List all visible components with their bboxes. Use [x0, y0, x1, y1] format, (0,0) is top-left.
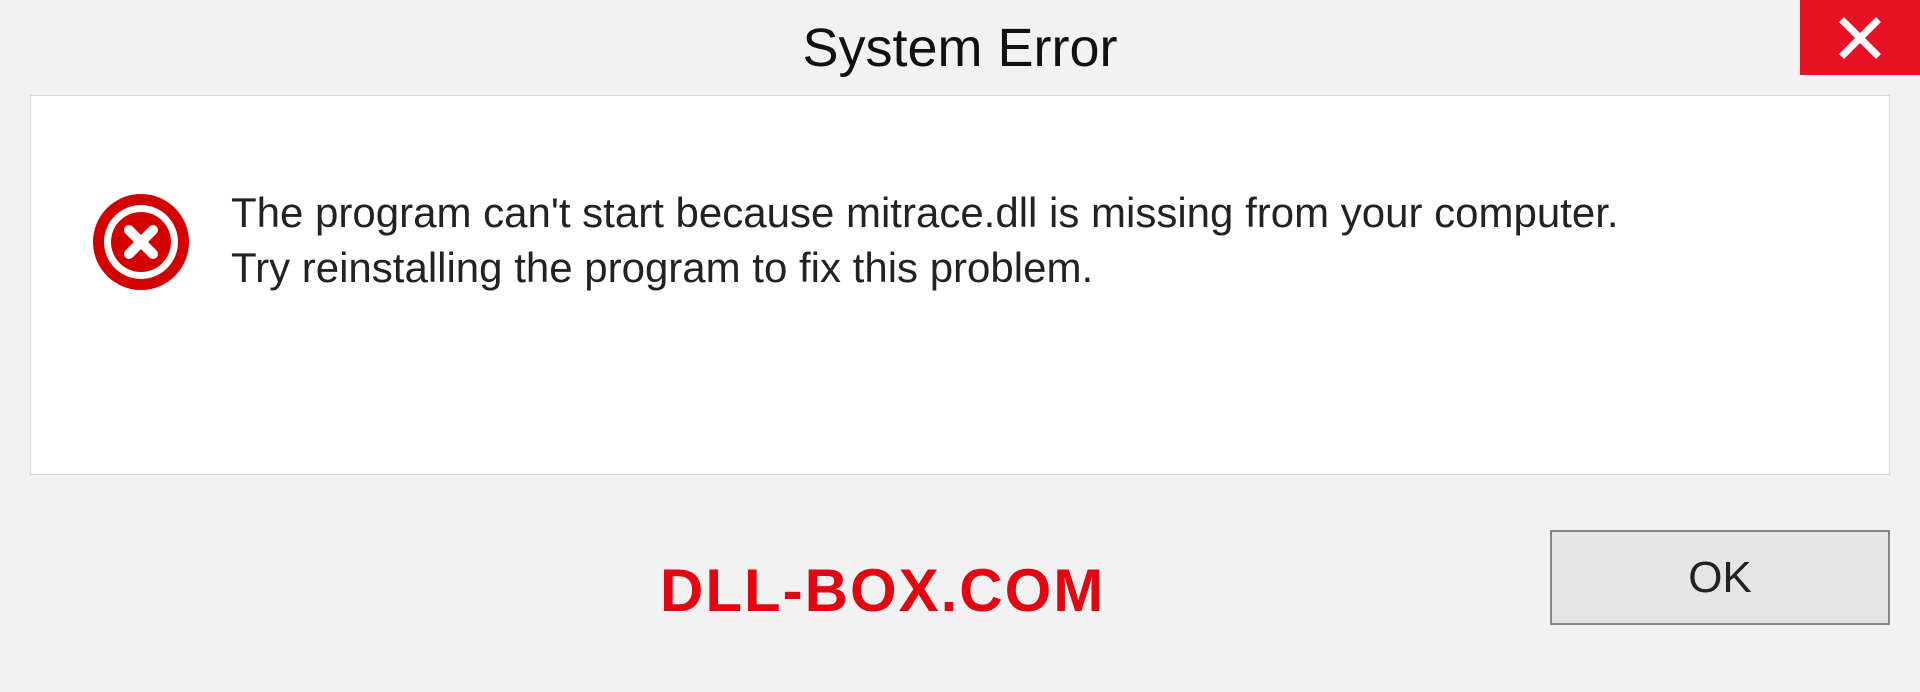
message-line-2: Try reinstalling the program to fix this… — [231, 241, 1829, 296]
content-panel: The program can't start because mitrace.… — [30, 95, 1890, 475]
error-icon — [91, 192, 191, 292]
window-title: System Error — [802, 17, 1117, 79]
close-icon — [1838, 16, 1882, 60]
watermark-text: DLL-BOX.COM — [660, 556, 1105, 625]
ok-button[interactable]: OK — [1550, 530, 1890, 625]
titlebar: System Error — [0, 0, 1920, 95]
footer-area: DLL-BOX.COM OK — [0, 475, 1920, 685]
close-button[interactable] — [1800, 0, 1920, 75]
message-block: The program can't start because mitrace.… — [231, 186, 1829, 295]
message-line-1: The program can't start because mitrace.… — [231, 186, 1829, 241]
